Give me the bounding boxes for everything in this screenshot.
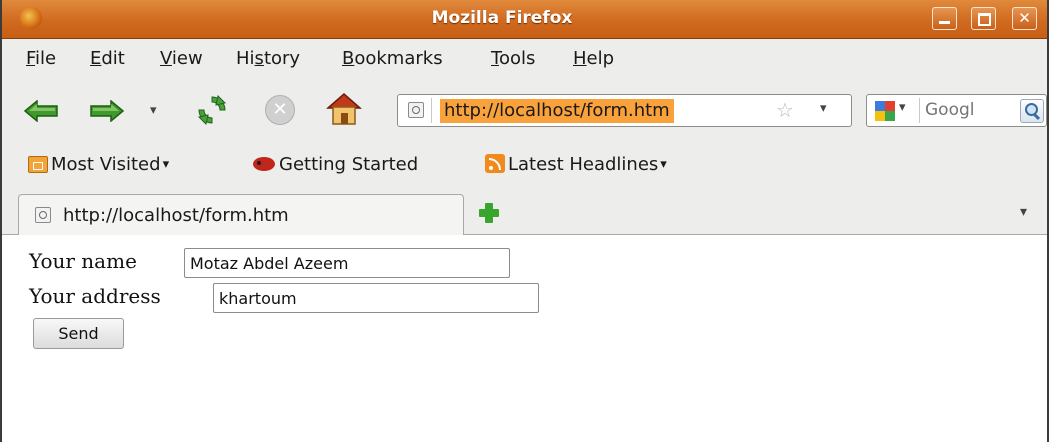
back-button[interactable] bbox=[24, 95, 58, 125]
title-bar: Mozilla Firefox ✕ bbox=[2, 0, 1047, 39]
minimize-button[interactable] bbox=[932, 7, 957, 30]
menu-history[interactable]: History bbox=[236, 48, 300, 69]
browser-window: Mozilla Firefox ✕ File Edit View History… bbox=[0, 0, 1049, 442]
menu-tools[interactable]: Tools bbox=[491, 48, 535, 69]
name-label: Your name bbox=[29, 249, 137, 273]
reload-icon[interactable] bbox=[194, 92, 230, 128]
send-button[interactable]: Send bbox=[33, 318, 124, 349]
page-content: Your name Your address Send bbox=[2, 235, 1047, 442]
tab-strip: http://localhost/form.htm ▾ bbox=[2, 190, 1047, 235]
address-field[interactable] bbox=[213, 283, 539, 313]
search-bar: ▾ bbox=[866, 94, 1047, 127]
search-magnifier-icon[interactable] bbox=[1020, 99, 1044, 123]
close-icon: ✕ bbox=[1018, 9, 1031, 27]
url-bar[interactable]: http://localhost/form.htm ☆ ▾ bbox=[397, 94, 852, 127]
stop-icon[interactable]: ✕ bbox=[265, 95, 295, 125]
site-identity-icon[interactable] bbox=[408, 102, 424, 118]
bookmark-most-visited[interactable]: Most Visited ▾ bbox=[28, 154, 169, 175]
tab-form[interactable]: http://localhost/form.htm bbox=[18, 194, 464, 235]
bookmark-getting-started[interactable]: Getting Started bbox=[252, 154, 418, 175]
maximize-button[interactable] bbox=[971, 7, 996, 30]
firefox-bookmark-icon bbox=[253, 157, 275, 171]
new-tab-plus-icon[interactable] bbox=[478, 202, 500, 224]
tab-label: http://localhost/form.htm bbox=[63, 205, 289, 226]
url-dropdown-icon[interactable]: ▾ bbox=[820, 101, 827, 116]
menu-bar: File Edit View History Bookmarks Tools H… bbox=[2, 38, 1047, 78]
search-input[interactable] bbox=[925, 97, 1020, 123]
tab-list-chevron-icon[interactable]: ▾ bbox=[1020, 204, 1027, 220]
menu-file[interactable]: File bbox=[26, 48, 56, 69]
bookmarks-toolbar: Most Visited ▾ Getting Started Latest Hea… bbox=[2, 145, 1047, 185]
folder-icon bbox=[28, 156, 48, 173]
url-text[interactable]: http://localhost/form.htm bbox=[440, 99, 674, 123]
forward-arrow-icon bbox=[90, 100, 124, 122]
bookmark-latest-headlines[interactable]: Latest Headlines ▾ bbox=[485, 154, 667, 175]
close-window-button[interactable]: ✕ bbox=[1012, 7, 1037, 30]
menu-bookmarks[interactable]: Bookmarks bbox=[342, 48, 443, 69]
address-label: Your address bbox=[29, 284, 161, 308]
page-icon bbox=[35, 207, 51, 223]
chevron-down-icon: ▾ bbox=[660, 157, 667, 172]
window-title: Mozilla Firefox bbox=[431, 8, 573, 28]
navigation-toolbar: ▾ ✕ http://localhost/form.htm ☆ ▾ ▾ Goog… bbox=[2, 85, 1047, 140]
home-icon[interactable] bbox=[324, 90, 364, 128]
menu-edit[interactable]: Edit bbox=[90, 48, 125, 69]
forward-button[interactable] bbox=[90, 95, 124, 125]
google-icon[interactable] bbox=[875, 101, 895, 121]
name-field[interactable] bbox=[184, 248, 510, 278]
bookmark-star-icon[interactable]: ☆ bbox=[776, 98, 794, 122]
history-dropdown-icon[interactable]: ▾ bbox=[150, 103, 157, 118]
menu-help[interactable]: Help bbox=[573, 48, 614, 69]
back-arrow-icon bbox=[24, 100, 58, 122]
rss-icon bbox=[485, 154, 505, 173]
menu-view[interactable]: View bbox=[160, 48, 203, 69]
chevron-down-icon: ▾ bbox=[162, 157, 170, 172]
search-engine-dropdown-icon[interactable]: ▾ bbox=[899, 100, 906, 115]
